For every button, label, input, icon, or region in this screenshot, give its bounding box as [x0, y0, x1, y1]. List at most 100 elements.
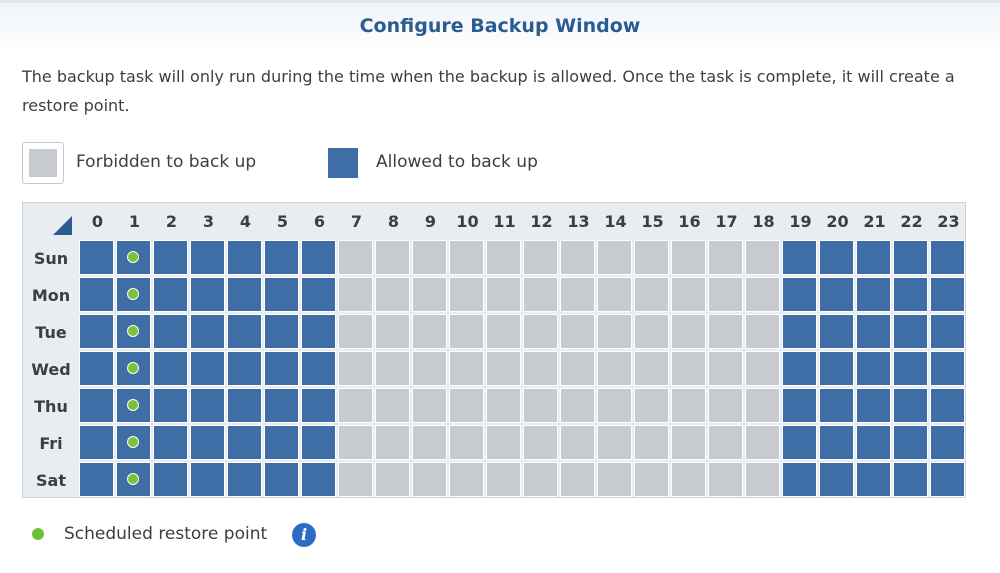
- schedule-cell-thu-2[interactable]: [153, 388, 188, 423]
- schedule-cell-fri-12[interactable]: [523, 425, 558, 460]
- hour-header-4[interactable]: 4: [227, 203, 264, 240]
- schedule-cell-wed-19[interactable]: [782, 351, 817, 386]
- hour-header-17[interactable]: 17: [708, 203, 745, 240]
- schedule-cell-sat-9[interactable]: [412, 462, 447, 497]
- schedule-cell-sun-23[interactable]: [930, 240, 965, 275]
- schedule-cell-sat-5[interactable]: [264, 462, 299, 497]
- schedule-cell-sun-8[interactable]: [375, 240, 410, 275]
- day-header-fri[interactable]: Fri: [23, 425, 79, 462]
- schedule-cell-sun-6[interactable]: [301, 240, 336, 275]
- schedule-cell-tue-5[interactable]: [264, 314, 299, 349]
- schedule-cell-fri-8[interactable]: [375, 425, 410, 460]
- schedule-cell-fri-23[interactable]: [930, 425, 965, 460]
- schedule-cell-mon-23[interactable]: [930, 277, 965, 312]
- schedule-cell-fri-11[interactable]: [486, 425, 521, 460]
- schedule-cell-tue-22[interactable]: [893, 314, 928, 349]
- schedule-cell-sat-0[interactable]: [79, 462, 114, 497]
- schedule-cell-mon-21[interactable]: [856, 277, 891, 312]
- schedule-cell-mon-20[interactable]: [819, 277, 854, 312]
- schedule-cell-thu-14[interactable]: [597, 388, 632, 423]
- schedule-cell-tue-17[interactable]: [708, 314, 743, 349]
- schedule-cell-tue-20[interactable]: [819, 314, 854, 349]
- day-header-sat[interactable]: Sat: [23, 462, 79, 499]
- schedule-cell-fri-4[interactable]: [227, 425, 262, 460]
- hour-header-13[interactable]: 13: [560, 203, 597, 240]
- hour-header-9[interactable]: 9: [412, 203, 449, 240]
- schedule-cell-thu-17[interactable]: [708, 388, 743, 423]
- schedule-cell-wed-8[interactable]: [375, 351, 410, 386]
- schedule-cell-sun-12[interactable]: [523, 240, 558, 275]
- schedule-cell-fri-13[interactable]: [560, 425, 595, 460]
- schedule-cell-tue-19[interactable]: [782, 314, 817, 349]
- schedule-cell-sun-15[interactable]: [634, 240, 669, 275]
- schedule-cell-mon-16[interactable]: [671, 277, 706, 312]
- schedule-cell-tue-0[interactable]: [79, 314, 114, 349]
- schedule-cell-fri-22[interactable]: [893, 425, 928, 460]
- schedule-cell-fri-1[interactable]: [116, 425, 151, 460]
- schedule-cell-fri-6[interactable]: [301, 425, 336, 460]
- schedule-cell-fri-14[interactable]: [597, 425, 632, 460]
- schedule-cell-fri-19[interactable]: [782, 425, 817, 460]
- schedule-cell-fri-21[interactable]: [856, 425, 891, 460]
- day-header-sun[interactable]: Sun: [23, 240, 79, 277]
- schedule-cell-thu-8[interactable]: [375, 388, 410, 423]
- schedule-cell-sun-7[interactable]: [338, 240, 373, 275]
- schedule-cell-fri-16[interactable]: [671, 425, 706, 460]
- schedule-cell-sun-3[interactable]: [190, 240, 225, 275]
- schedule-cell-thu-12[interactable]: [523, 388, 558, 423]
- schedule-cell-thu-4[interactable]: [227, 388, 262, 423]
- hour-header-3[interactable]: 3: [190, 203, 227, 240]
- schedule-cell-mon-4[interactable]: [227, 277, 262, 312]
- day-header-mon[interactable]: Mon: [23, 277, 79, 314]
- schedule-cell-thu-22[interactable]: [893, 388, 928, 423]
- schedule-cell-wed-11[interactable]: [486, 351, 521, 386]
- schedule-cell-sat-19[interactable]: [782, 462, 817, 497]
- schedule-cell-thu-19[interactable]: [782, 388, 817, 423]
- schedule-cell-mon-9[interactable]: [412, 277, 447, 312]
- schedule-cell-mon-10[interactable]: [449, 277, 484, 312]
- schedule-cell-mon-0[interactable]: [79, 277, 114, 312]
- schedule-cell-fri-9[interactable]: [412, 425, 447, 460]
- schedule-cell-thu-5[interactable]: [264, 388, 299, 423]
- schedule-cell-wed-7[interactable]: [338, 351, 373, 386]
- hour-header-12[interactable]: 12: [523, 203, 560, 240]
- schedule-cell-mon-5[interactable]: [264, 277, 299, 312]
- schedule-cell-sun-2[interactable]: [153, 240, 188, 275]
- schedule-cell-sat-7[interactable]: [338, 462, 373, 497]
- schedule-cell-thu-16[interactable]: [671, 388, 706, 423]
- hour-header-0[interactable]: 0: [79, 203, 116, 240]
- schedule-cell-thu-15[interactable]: [634, 388, 669, 423]
- hour-header-10[interactable]: 10: [449, 203, 486, 240]
- schedule-cell-sat-13[interactable]: [560, 462, 595, 497]
- schedule-cell-mon-6[interactable]: [301, 277, 336, 312]
- schedule-cell-fri-3[interactable]: [190, 425, 225, 460]
- hour-header-15[interactable]: 15: [634, 203, 671, 240]
- schedule-cell-fri-7[interactable]: [338, 425, 373, 460]
- schedule-cell-thu-7[interactable]: [338, 388, 373, 423]
- schedule-cell-sat-1[interactable]: [116, 462, 151, 497]
- schedule-cell-thu-9[interactable]: [412, 388, 447, 423]
- schedule-cell-sun-17[interactable]: [708, 240, 743, 275]
- schedule-cell-tue-16[interactable]: [671, 314, 706, 349]
- schedule-cell-mon-7[interactable]: [338, 277, 373, 312]
- schedule-cell-thu-23[interactable]: [930, 388, 965, 423]
- schedule-cell-sun-9[interactable]: [412, 240, 447, 275]
- schedule-cell-mon-14[interactable]: [597, 277, 632, 312]
- hour-header-20[interactable]: 20: [819, 203, 856, 240]
- schedule-cell-tue-2[interactable]: [153, 314, 188, 349]
- schedule-cell-thu-10[interactable]: [449, 388, 484, 423]
- schedule-cell-mon-13[interactable]: [560, 277, 595, 312]
- schedule-cell-tue-18[interactable]: [745, 314, 780, 349]
- schedule-cell-tue-7[interactable]: [338, 314, 373, 349]
- schedule-cell-wed-16[interactable]: [671, 351, 706, 386]
- schedule-cell-tue-6[interactable]: [301, 314, 336, 349]
- schedule-cell-wed-3[interactable]: [190, 351, 225, 386]
- select-all-corner[interactable]: [23, 203, 79, 240]
- schedule-cell-tue-9[interactable]: [412, 314, 447, 349]
- schedule-cell-tue-8[interactable]: [375, 314, 410, 349]
- schedule-cell-wed-10[interactable]: [449, 351, 484, 386]
- schedule-cell-tue-12[interactable]: [523, 314, 558, 349]
- hour-header-1[interactable]: 1: [116, 203, 153, 240]
- schedule-cell-thu-1[interactable]: [116, 388, 151, 423]
- schedule-cell-mon-18[interactable]: [745, 277, 780, 312]
